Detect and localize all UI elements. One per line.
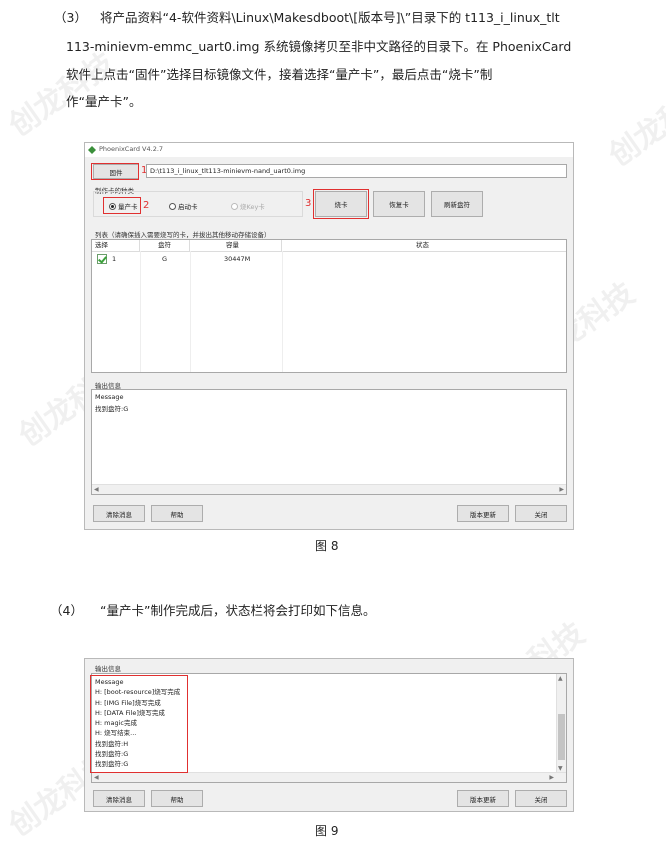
highlight-box-log <box>90 675 188 773</box>
horizontal-scrollbar[interactable]: ◀ ▶ <box>92 484 566 494</box>
step3-number: （3） <box>54 10 87 25</box>
column-header[interactable]: 选择 <box>92 240 140 251</box>
log-line: Message <box>95 393 124 401</box>
clear-messages-button[interactable]: 清除消息 <box>93 790 145 807</box>
annotation-2: 2 <box>143 200 150 211</box>
figure-8-caption: 图 8 <box>315 539 339 553</box>
header-divider <box>92 251 566 252</box>
output-label: 输出信息 <box>95 665 121 673</box>
radio-key-label: 烧Key卡 <box>240 203 265 211</box>
step3-line3: 软件上点击“固件”选择目标镜像文件，接着选择“量产卡”，最后点击“烧卡”制 <box>66 67 493 82</box>
firmware-path-field[interactable]: D:\t113_i_linux_tlt113-minievm-nand_uart… <box>146 164 567 178</box>
app-icon <box>88 146 96 154</box>
scroll-right-icon[interactable]: ▶ <box>559 485 564 494</box>
scroll-left-icon[interactable]: ◀ <box>94 485 99 494</box>
version-update-button[interactable]: 版本更新 <box>457 505 509 522</box>
scroll-right-icon[interactable]: ▶ <box>549 773 554 782</box>
row-drive: G <box>162 255 168 263</box>
help-button[interactable]: 帮助 <box>151 505 203 522</box>
row-index: 1 <box>112 255 117 263</box>
help-button[interactable]: 帮助 <box>151 790 203 807</box>
step3-line2: 113-minievm-emmc_uart0.img 系统镜像拷贝至非中文路径的… <box>66 39 572 54</box>
phoenixcard-window: PhoenixCard V4.2.7 固件 1 D:\t113_i_linux_… <box>84 142 574 530</box>
step4-number: （4） <box>50 603 83 618</box>
radio-dot <box>169 202 176 210</box>
highlight-box-1 <box>91 163 139 180</box>
step3-line1: 将产品资料“4-软件资料\Linux\Makesdboot\[版本号]\”目录下… <box>100 10 560 25</box>
column-header[interactable]: 容量 <box>190 240 282 251</box>
scroll-left-icon[interactable]: ◀ <box>94 773 99 782</box>
step4-text: “量产卡”制作完成后，状态栏将会打印如下信息。 <box>100 603 376 618</box>
close-button[interactable]: 关闭 <box>515 505 567 522</box>
scroll-thumb[interactable] <box>558 714 565 760</box>
column-divider <box>282 251 283 372</box>
window-title: PhoenixCard V4.2.7 <box>99 145 164 153</box>
version-update-button[interactable]: 版本更新 <box>457 790 509 807</box>
close-button[interactable]: 关闭 <box>515 790 567 807</box>
highlight-box-3 <box>313 189 369 219</box>
restore-card-button[interactable]: 恢复卡 <box>373 191 425 217</box>
scroll-up-icon[interactable]: ▲ <box>558 674 563 683</box>
row-checkbox[interactable] <box>97 254 107 264</box>
refresh-drives-button[interactable]: 刷新盘符 <box>431 191 483 217</box>
radio-boot-card[interactable]: 启动卡 <box>169 201 198 211</box>
row-capacity: 30447M <box>224 255 251 263</box>
clear-messages-button[interactable]: 清除消息 <box>93 505 145 522</box>
output-log[interactable]: Message 找到盘符:G ◀ ▶ <box>91 389 567 495</box>
column-header[interactable]: 状态 <box>282 240 566 251</box>
highlight-box-2 <box>103 197 141 214</box>
title-bar: PhoenixCard V4.2.7 <box>85 143 573 157</box>
figure-9-caption: 图 9 <box>315 824 339 838</box>
column-header[interactable]: 盘符 <box>140 240 190 251</box>
radio-dot <box>231 202 238 210</box>
log-line: 找到盘符:G <box>95 404 129 413</box>
horizontal-scrollbar[interactable]: ◀ ▶ <box>92 772 566 782</box>
vertical-scrollbar[interactable]: ▲ ▼ <box>556 674 566 773</box>
output-window: 输出信息 Message H: [boot-resource]烧写完成 H: [… <box>84 658 574 812</box>
drive-table: 选择 盘符 容量 状态 1 G 30447M <box>91 239 567 373</box>
step3-line4: 作“量产卡”。 <box>66 94 142 109</box>
column-divider <box>190 251 191 372</box>
list-label: 列表（请确保插入需要烧写的卡，并拔出其他移动存储设备） <box>95 231 271 239</box>
radio-boot-label: 启动卡 <box>178 203 198 211</box>
annotation-3: 3 <box>305 198 312 209</box>
watermark: 创龙科技 <box>602 76 666 174</box>
column-divider <box>140 251 141 372</box>
radio-key-card: 烧Key卡 <box>231 201 265 211</box>
